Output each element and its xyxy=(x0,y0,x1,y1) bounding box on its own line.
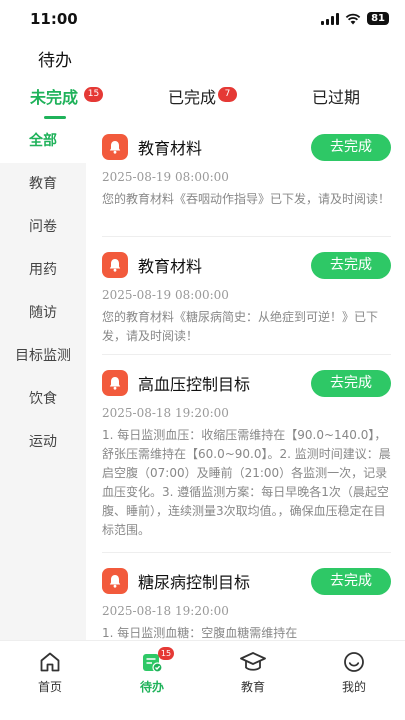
bottom-navigation: 首页 15 待办 教育 我的 xyxy=(0,640,405,720)
signal-icon xyxy=(321,12,340,25)
todo-card[interactable]: 糖尿病控制目标 去完成 2025-08-18 19:20:00 1. 每日监测血… xyxy=(102,566,391,640)
wifi-icon xyxy=(345,13,361,24)
nav-education[interactable]: 教育 xyxy=(223,649,283,695)
bell-icon xyxy=(102,252,128,278)
active-tab-indicator xyxy=(44,116,66,119)
todo-card[interactable]: 教育材料 去完成 2025-08-19 08:00:00 您的教育材料《吞咽动作… xyxy=(102,132,391,209)
complete-button[interactable]: 去完成 xyxy=(311,134,391,161)
card-title: 教育材料 xyxy=(138,139,203,158)
nav-label: 待办 xyxy=(139,680,164,694)
status-time: 11:00 xyxy=(30,10,78,28)
divider xyxy=(102,354,391,355)
nav-profile[interactable]: 我的 xyxy=(324,649,384,695)
sidebar-item-questionnaire[interactable]: 问卷 xyxy=(0,206,86,249)
tab-badge: 7 xyxy=(218,87,237,102)
card-date: 2025-08-19 08:00:00 xyxy=(102,170,229,184)
status-tabs: 未完成 15 已完成 7 已过期 xyxy=(0,84,405,118)
nav-badge: 15 xyxy=(158,647,174,660)
nav-home[interactable]: 首页 xyxy=(20,649,80,695)
page-title: 待办 xyxy=(38,51,72,71)
tab-label: 已完成 xyxy=(168,88,217,107)
card-date: 2025-08-19 08:00:00 xyxy=(102,288,229,302)
sidebar-item-exercise[interactable]: 运动 xyxy=(0,421,86,464)
card-description: 您的教育材料《吞咽动作指导》已下发，请及时阅读！ xyxy=(102,192,391,206)
category-sidebar: 全部 教育 问卷 用药 随访 目标监测 饮食 运动 xyxy=(0,120,86,640)
todo-card[interactable]: 教育材料 去完成 2025-08-19 08:00:00 您的教育材料《糖尿病简… xyxy=(102,250,391,346)
nav-label: 首页 xyxy=(37,680,62,694)
card-title: 糖尿病控制目标 xyxy=(138,573,251,592)
bell-icon xyxy=(102,134,128,160)
tab-label: 已过期 xyxy=(312,88,361,107)
education-icon xyxy=(240,652,266,671)
card-title: 高血压控制目标 xyxy=(138,375,251,394)
tab-badge: 15 xyxy=(84,87,103,102)
home-icon xyxy=(40,652,60,672)
todo-list: 教育材料 去完成 2025-08-19 08:00:00 您的教育材料《吞咽动作… xyxy=(86,120,405,640)
todo-card[interactable]: 高血压控制目标 去完成 2025-08-18 19:20:00 1. 每日监测血… xyxy=(102,368,391,540)
tab-incomplete[interactable]: 未完成 15 xyxy=(30,84,103,108)
tab-label: 未完成 xyxy=(30,88,79,107)
sidebar-item-target-monitoring[interactable]: 目标监测 xyxy=(0,335,86,378)
complete-button[interactable]: 去完成 xyxy=(311,252,391,279)
nav-label: 教育 xyxy=(240,680,265,694)
bell-icon xyxy=(102,370,128,396)
sidebar-item-diet[interactable]: 饮食 xyxy=(0,378,86,421)
card-description: 1. 每日监测血压：收缩压需维持在【90.0~140.0】，舒张压需维持在【60… xyxy=(102,428,391,537)
status-bar: 11:00 81 xyxy=(0,0,405,40)
nav-todo[interactable]: 15 待办 xyxy=(122,647,182,695)
status-icons: 81 xyxy=(321,12,389,25)
battery-icon: 81 xyxy=(367,12,389,25)
complete-button[interactable]: 去完成 xyxy=(311,568,391,595)
sidebar-item-all[interactable]: 全部 xyxy=(0,120,86,163)
card-date: 2025-08-18 19:20:00 xyxy=(102,604,229,618)
sidebar-item-medication[interactable]: 用药 xyxy=(0,249,86,292)
card-description: 1. 每日监测血糖：空腹血糖需维持在 xyxy=(102,626,298,640)
divider xyxy=(102,552,391,553)
sidebar-item-education[interactable]: 教育 xyxy=(0,163,86,206)
card-title: 教育材料 xyxy=(138,257,203,276)
complete-button[interactable]: 去完成 xyxy=(311,370,391,397)
bell-icon xyxy=(102,568,128,594)
tab-completed[interactable]: 已完成 7 xyxy=(168,84,237,108)
tab-expired[interactable]: 已过期 xyxy=(312,84,360,108)
card-description: 您的教育材料《糖尿病简史：从绝症到可逆！》已下发，请及时阅读！ xyxy=(102,310,379,343)
profile-icon xyxy=(344,652,364,672)
divider xyxy=(102,236,391,237)
card-date: 2025-08-18 19:20:00 xyxy=(102,406,229,420)
nav-label: 我的 xyxy=(341,680,366,694)
sidebar-item-followup[interactable]: 随访 xyxy=(0,292,86,335)
